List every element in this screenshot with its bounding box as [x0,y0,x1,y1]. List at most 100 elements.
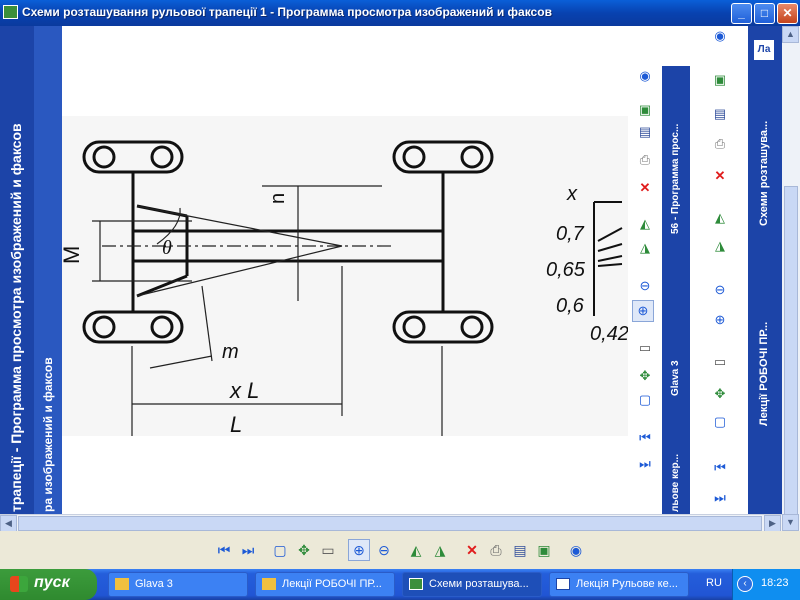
fit-icon-2[interactable]: ✥ [710,384,730,404]
system-tray: ‹ 18:23 [732,569,800,600]
tray-expand-icon[interactable]: ‹ [737,576,753,592]
save-icon-bottom[interactable]: ▤ [510,540,530,560]
zoom-in-icon-bottom[interactable]: ⊕ [348,539,370,561]
taskbar-item-label: Лекція Рульове ке... [576,578,678,590]
horizontal-scroll-thumb[interactable] [18,516,762,531]
print-icon-bottom[interactable]: ⎙ [486,540,506,560]
help-icon-bottom[interactable]: ◉ [566,540,586,560]
horizontal-scrollbar[interactable]: ◀ ▶ [0,514,782,532]
scroll-right-button[interactable]: ▶ [764,515,781,532]
stacked-window-title-4: Glava 3 [670,360,681,396]
delete-icon-bottom[interactable]: ✕ [462,540,482,560]
maximize-button[interactable]: □ [754,3,775,24]
best-fit-icon[interactable]: ▢ [270,540,290,560]
stacked-window-band-4: Ла Схеми розташува... Лекції РОБОЧІ ПР..… [748,26,782,514]
next-icon-2[interactable]: ⏭ [710,488,730,508]
taskbar-item-label: Лекції РОБОЧІ ПР... [282,578,382,590]
chart-tick-2: 0,6 [556,295,585,317]
minimize-button[interactable]: _ [731,3,752,24]
taskbar-item-lektsii[interactable]: Лекції РОБОЧІ ПР... [255,572,395,597]
taskbar-item-label: Glava 3 [135,578,173,590]
image-icon-2[interactable]: ▣ [710,70,730,90]
canvas-background [62,26,632,116]
vertical-scrollbar[interactable]: ▲ ▼ [782,26,800,531]
rotate-right-icon[interactable]: ◮ [635,238,655,258]
taskbar-item-glava[interactable]: Glava 3 [108,572,248,597]
title-bar: Схеми розташування рульової трапеції 1 -… [0,0,800,26]
save-icon[interactable]: ▤ [635,122,655,142]
actual-size-icon[interactable]: ▢ [635,390,655,410]
image-icon[interactable]: ▣ [635,100,655,120]
help-icon[interactable]: ◉ [635,66,655,86]
start-label: пуск [34,574,70,591]
edit-image-icon[interactable]: ▣ [534,540,554,560]
start-button[interactable]: пуск [0,569,97,600]
taskbar-item-label: Схеми розташува... [429,578,529,590]
vertical-scroll-thumb[interactable] [784,186,798,526]
label-xL: x L [229,378,259,403]
clock: 18:23 [761,577,789,589]
previous-icon-2[interactable]: ⏮ [710,458,730,478]
bottom-toolbar: ⏮ ⏭ ▢ ✥ ▭ ⊕ ⊖ ◭ ◮ ✕ ⎙ ▤ ▣ ◉ [0,531,800,569]
taskbar-item-skhemy[interactable]: Схеми розташува... [402,572,542,597]
close-button[interactable]: ✕ [777,3,798,24]
label-x: x [566,183,578,205]
zoom-out-icon-bottom[interactable]: ⊖ [374,540,394,560]
delete-icon[interactable]: ✕ [635,178,655,198]
folder-icon [115,578,129,590]
stacked-window-band-1: трапеції - Программа просмотра изображен… [0,26,34,514]
print-icon[interactable]: ⎙ [635,150,655,170]
rotate-left-icon-2[interactable]: ◭ [710,208,730,228]
word-document-icon [556,578,570,590]
delete-icon-2[interactable]: ✕ [710,166,730,186]
next-image-icon[interactable]: ⏭ [238,540,258,560]
rotate-left-icon[interactable]: ◭ [635,214,655,234]
print-icon-2[interactable]: ⎙ [710,134,730,154]
taskbar-item-lektsiya[interactable]: Лекція Рульове ке... [549,572,689,597]
stacked-window-band-3: 56 - Программа прос... Glava 3 льове кер… [662,66,690,514]
next-icon[interactable]: ⏭ [635,454,655,474]
windows-logo-icon [10,576,28,592]
zoom-in-icon-2[interactable]: ⊕ [710,310,730,330]
label-m: m [222,341,239,363]
zoom-out-icon[interactable]: ⊖ [635,276,655,296]
rotate-right-icon-2[interactable]: ◮ [710,236,730,256]
chart-tick-1: 0,65 [546,259,586,281]
zoom-out-icon-2[interactable]: ⊖ [710,280,730,300]
stacked-window-band-2: ра изображений и факсов [34,26,62,514]
previous-icon[interactable]: ⏮ [635,428,655,448]
chart-tick-0: 0,7 [556,223,585,245]
rotate-clockwise-icon[interactable]: ◭ [406,540,426,560]
label-M: M [62,246,84,264]
scroll-up-button[interactable]: ▲ [782,26,799,43]
scroll-down-button[interactable]: ▼ [782,514,799,531]
slideshow-icon[interactable]: ▭ [635,338,655,358]
language-indicator[interactable]: RU [706,577,722,589]
scanned-diagram: M n θ m x L L x 0,7 0,65 0,6 0,42 [62,116,632,436]
chart-tick-3: 0,42 [590,323,629,345]
rotate-counterclockwise-icon[interactable]: ◮ [430,540,450,560]
stacked-window-title-7: Лекції РОБОЧІ ПР... [758,321,770,426]
taskbar: пуск Glava 3 Лекції РОБОЧІ ПР... Схеми р… [0,569,800,600]
stacked-window-title-2: ра изображений и факсов [41,357,55,512]
folder-icon [262,578,276,590]
stacked-window-title-5: льове кер... [670,454,681,512]
window-icon: Ла [754,40,774,60]
zoom-in-icon[interactable]: ⊕ [632,300,654,322]
slideshow-icon-bottom[interactable]: ▭ [318,540,338,560]
save-icon-2[interactable]: ▤ [710,104,730,124]
actual-size-icon-bottom[interactable]: ✥ [294,540,314,560]
stacked-window-title-1: трапеції - Программа просмотра изображен… [8,123,24,512]
actual-size-icon-2[interactable]: ▢ [710,412,730,432]
window-title: Схеми розташування рульової трапеції 1 -… [22,5,552,19]
label-L: L [230,412,242,436]
help-icon-2[interactable]: ◉ [710,26,730,46]
scroll-left-button[interactable]: ◀ [0,515,17,532]
previous-image-icon[interactable]: ⏮ [214,540,234,560]
slideshow-icon-2[interactable]: ▭ [710,352,730,372]
label-theta: θ [162,237,172,259]
image-viewer-icon [409,578,423,590]
fit-icon[interactable]: ✥ [635,366,655,386]
stacked-toolbar-1: ◉ ▣ ▤ ⎙ ✕ ◭ ◮ ⊖ ⊕ ▭ ✥ ▢ ⏮ ⏭ [628,26,662,514]
stacked-toolbar-2: ◉ ▣ ▤ ⎙ ✕ ◭ ◮ ⊖ ⊕ ▭ ✥ ▢ ⏮ ⏭ [696,26,746,514]
